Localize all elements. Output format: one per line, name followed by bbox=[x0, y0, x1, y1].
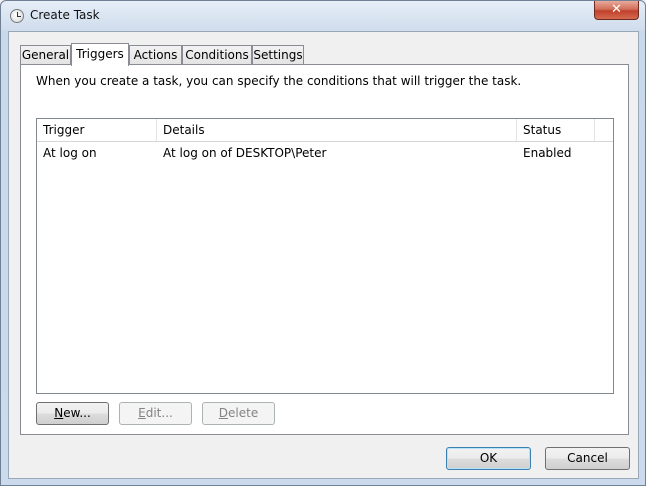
new-trigger-button[interactable]: New... bbox=[36, 402, 109, 425]
window-title: Create Task bbox=[30, 8, 100, 22]
column-header-details[interactable]: Details bbox=[157, 119, 517, 141]
new-mnemonic: N bbox=[54, 406, 64, 420]
tab-settings[interactable]: Settings bbox=[252, 45, 304, 65]
edit-trigger-button[interactable]: Edit... bbox=[119, 402, 192, 425]
table-row[interactable]: At log on At log on of DESKTOP\Peter Ena… bbox=[37, 142, 613, 164]
triggers-tab-page: When you create a task, you can specify … bbox=[20, 64, 629, 435]
task-clock-icon bbox=[10, 9, 24, 23]
cell-trigger: At log on bbox=[43, 146, 97, 160]
edit-mnemonic: E bbox=[138, 406, 146, 420]
tab-triggers[interactable]: Triggers bbox=[71, 43, 129, 66]
tab-actions[interactable]: Actions bbox=[129, 45, 182, 65]
close-button[interactable]: ✕ bbox=[594, 1, 639, 20]
tab-general[interactable]: General bbox=[20, 45, 71, 65]
create-task-window: Create Task ✕ General Triggers Actions C… bbox=[0, 0, 646, 486]
delete-mnemonic: D bbox=[218, 406, 229, 420]
new-label-rest: ew... bbox=[63, 406, 91, 420]
cell-details: At log on of DESKTOP\Peter bbox=[163, 146, 327, 160]
edit-label-rest: dit... bbox=[145, 406, 173, 420]
title-bar[interactable]: Create Task bbox=[1, 1, 645, 31]
tab-conditions[interactable]: Conditions bbox=[182, 45, 252, 65]
column-header-status[interactable]: Status bbox=[517, 119, 595, 141]
column-header-trigger[interactable]: Trigger bbox=[37, 119, 157, 141]
delete-trigger-button[interactable]: Delete bbox=[202, 402, 275, 425]
list-header: Trigger Details Status bbox=[37, 119, 613, 142]
delete-label-rest: elete bbox=[228, 406, 259, 420]
ok-button[interactable]: OK bbox=[446, 447, 531, 470]
triggers-list[interactable]: Trigger Details Status At log on At log … bbox=[36, 118, 614, 394]
triggers-description: When you create a task, you can specify … bbox=[36, 74, 522, 88]
cell-status: Enabled bbox=[523, 146, 572, 160]
cancel-button[interactable]: Cancel bbox=[545, 447, 630, 470]
dialog-client-area: General Triggers Actions Conditions Sett… bbox=[8, 31, 639, 479]
